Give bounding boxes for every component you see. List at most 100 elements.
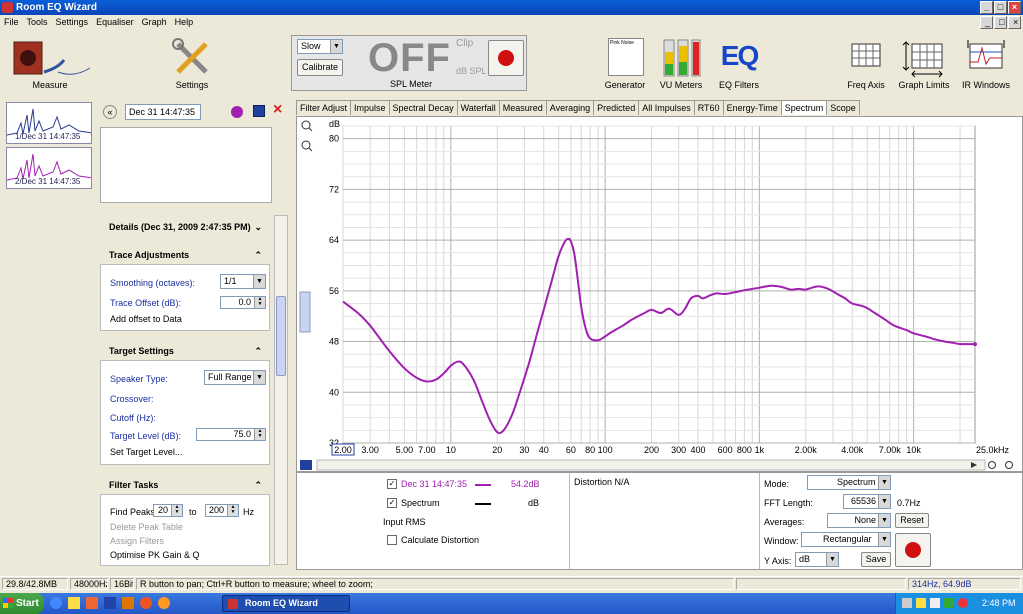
tab-impulse[interactable]: Impulse bbox=[350, 100, 390, 115]
menu-tools[interactable]: Tools bbox=[23, 15, 52, 30]
tray-icon[interactable] bbox=[902, 598, 912, 608]
maximize-button[interactable]: □ bbox=[994, 1, 1007, 14]
browser-icon[interactable] bbox=[158, 597, 170, 609]
tray-icon[interactable] bbox=[958, 598, 968, 608]
measurement-item[interactable]: 1/Dec 31 14:47:35 bbox=[6, 102, 92, 144]
target-settings-header[interactable]: Target Settings ⌃ bbox=[100, 342, 270, 360]
set-target-level-button[interactable]: Set Target Level... bbox=[110, 447, 182, 457]
target-level-stepper[interactable]: 75.0 ▲ ▼ bbox=[196, 428, 266, 441]
powerpoint-icon[interactable] bbox=[86, 597, 98, 609]
calculate-distortion-checkbox[interactable] bbox=[387, 535, 397, 545]
stepper-arrows-icon[interactable]: ▲ ▼ bbox=[171, 505, 182, 516]
stepper-arrows-icon[interactable]: ▲ ▼ bbox=[227, 505, 238, 516]
y-axis-select[interactable]: dB ▼ bbox=[795, 552, 839, 567]
collapse-panel-icon[interactable]: « bbox=[103, 105, 117, 119]
fft-length-select[interactable]: 65536 ▼ bbox=[843, 494, 891, 509]
tray-icon[interactable] bbox=[944, 598, 954, 608]
tab-measured[interactable]: Measured bbox=[498, 100, 547, 115]
tab-spectral-decay[interactable]: Spectral Decay bbox=[388, 100, 458, 115]
tab-spectrum[interactable]: Spectrum bbox=[780, 100, 828, 115]
speaker-type-select[interactable]: Full Range ▼ bbox=[204, 370, 266, 385]
tab-rt60[interactable]: RT60 bbox=[693, 100, 724, 115]
menu-graph[interactable]: Graph bbox=[138, 15, 171, 30]
graph-limits-button[interactable]: Graph Limits bbox=[896, 38, 952, 90]
inner-close-button[interactable]: × bbox=[1008, 16, 1021, 29]
find-peaks-from-stepper[interactable]: 20 ▲ ▼ bbox=[153, 504, 183, 517]
measure-button[interactable]: Measure bbox=[8, 38, 92, 90]
tab-waterfall[interactable]: Waterfall bbox=[456, 100, 500, 115]
reset-button[interactable]: Reset bbox=[895, 513, 929, 528]
mode-select[interactable]: Spectrum ▼ bbox=[807, 475, 891, 490]
settings-button[interactable]: Settings bbox=[160, 38, 224, 90]
spectrum-chart[interactable]: dB 32404856647280 2.00 3.00 5.00 7.00 10 20 30… bbox=[297, 117, 1022, 471]
trace-color-icon[interactable] bbox=[231, 106, 243, 118]
start-button[interactable]: Start bbox=[0, 593, 44, 614]
freq-axis-button[interactable]: Freq Axis bbox=[840, 38, 892, 90]
menu-equaliser[interactable]: Equaliser bbox=[92, 15, 138, 30]
minimize-button[interactable]: _ bbox=[980, 1, 993, 14]
measurement-name-input[interactable]: Dec 31 14:47:35 bbox=[125, 104, 201, 120]
tab-predicted[interactable]: Predicted bbox=[593, 100, 640, 115]
left-panel-scrollbar[interactable] bbox=[274, 215, 288, 565]
word-icon[interactable] bbox=[104, 597, 116, 609]
assign-filters-button[interactable]: Assign Filters bbox=[110, 536, 164, 546]
averages-select[interactable]: None ▼ bbox=[827, 513, 891, 528]
zoom-in-icon[interactable] bbox=[301, 120, 313, 132]
tray-icon[interactable] bbox=[916, 598, 926, 608]
tab-filter-adjust[interactable]: Filter Adjust bbox=[296, 100, 352, 115]
smoothing-select[interactable]: 1/1 ▼ bbox=[220, 274, 266, 289]
taskbar-app-room-eq[interactable]: Room EQ Wizard bbox=[222, 595, 350, 612]
filter-tasks-header[interactable]: Filter Tasks ⌃ bbox=[100, 476, 270, 494]
notes-area[interactable] bbox=[100, 127, 272, 203]
inner-minimize-button[interactable]: _ bbox=[980, 16, 993, 29]
scrollbar-thumb[interactable] bbox=[276, 296, 286, 376]
save-graph-icon[interactable] bbox=[300, 460, 312, 470]
ir-windows-button[interactable]: IR Windows bbox=[958, 38, 1014, 90]
delete-icon[interactable]: × bbox=[273, 101, 282, 119]
menu-settings[interactable]: Settings bbox=[52, 15, 93, 30]
close-button[interactable]: × bbox=[1008, 1, 1021, 14]
tab-averaging[interactable]: Averaging bbox=[545, 100, 595, 115]
ie-icon[interactable] bbox=[50, 597, 62, 609]
trace2-checkbox[interactable]: ✓ bbox=[387, 498, 397, 508]
spectrum-graph[interactable]: dB 32 40 48 56 64 72 80 2.00 3.00 5.00 7.00 10 20 30… bbox=[296, 116, 1023, 472]
folder-icon[interactable] bbox=[68, 597, 80, 609]
x-zoom-out-icon[interactable] bbox=[1005, 461, 1013, 469]
firefox-icon[interactable] bbox=[140, 597, 152, 609]
calibrate-button[interactable]: Calibrate bbox=[297, 59, 343, 76]
eq-filters-button[interactable]: EQ EQ Filters bbox=[712, 38, 766, 90]
stepper-arrows-icon[interactable]: ▲ ▼ bbox=[254, 297, 265, 308]
inner-restore-button[interactable]: □ bbox=[994, 16, 1007, 29]
vertical-scroll-thumb[interactable] bbox=[299, 291, 311, 333]
spl-record-button[interactable] bbox=[488, 40, 524, 76]
window-select[interactable]: Rectangular ▼ bbox=[801, 532, 891, 547]
spl-speed-select[interactable]: Slow ▼ bbox=[297, 39, 343, 54]
zoom-out-icon[interactable] bbox=[301, 140, 313, 152]
save-button[interactable]: Save bbox=[861, 552, 891, 567]
tab-energy-time[interactable]: Energy-Time bbox=[722, 100, 782, 115]
menu-file[interactable]: File bbox=[0, 15, 23, 30]
tab-scope[interactable]: Scope bbox=[826, 100, 860, 115]
x-zoom-in-icon[interactable] bbox=[988, 461, 996, 469]
generator-button[interactable]: Pink Noise Generator bbox=[600, 38, 650, 90]
trace1-value: 54.2dB bbox=[511, 479, 540, 489]
stepper-arrows-icon[interactable]: ▲ ▼ bbox=[254, 429, 265, 440]
trace-adjustments-header[interactable]: Trace Adjustments ⌃ bbox=[100, 246, 270, 264]
trace1-checkbox[interactable]: ✓ bbox=[387, 479, 397, 489]
menu-help[interactable]: Help bbox=[171, 15, 198, 30]
spectrum-record-button[interactable] bbox=[895, 533, 931, 567]
media-icon[interactable] bbox=[122, 597, 134, 609]
delete-peak-table-button[interactable]: Delete Peak Table bbox=[110, 522, 183, 532]
find-peaks-to-stepper[interactable]: 200 ▲ ▼ bbox=[205, 504, 239, 517]
trace-offset-stepper[interactable]: 0.0 ▲ ▼ bbox=[220, 296, 266, 309]
vu-meters-button[interactable]: VU Meters bbox=[656, 38, 706, 90]
add-offset-button[interactable]: Add offset to Data bbox=[110, 314, 182, 324]
volume-icon[interactable] bbox=[930, 598, 940, 608]
optimise-button[interactable]: Optimise PK Gain & Q bbox=[110, 550, 200, 560]
tab-all-impulses[interactable]: All Impulses bbox=[638, 100, 695, 115]
save-icon[interactable] bbox=[253, 105, 265, 117]
x-tick-label: 10 bbox=[446, 445, 456, 455]
measurement-item[interactable]: 2/Dec 31 14:47:35 bbox=[6, 147, 92, 189]
details-header[interactable]: Details (Dec 31, 2009 2:47:35 PM) ⌄ bbox=[100, 218, 270, 236]
horizontal-scrollbar[interactable] bbox=[300, 459, 986, 471]
